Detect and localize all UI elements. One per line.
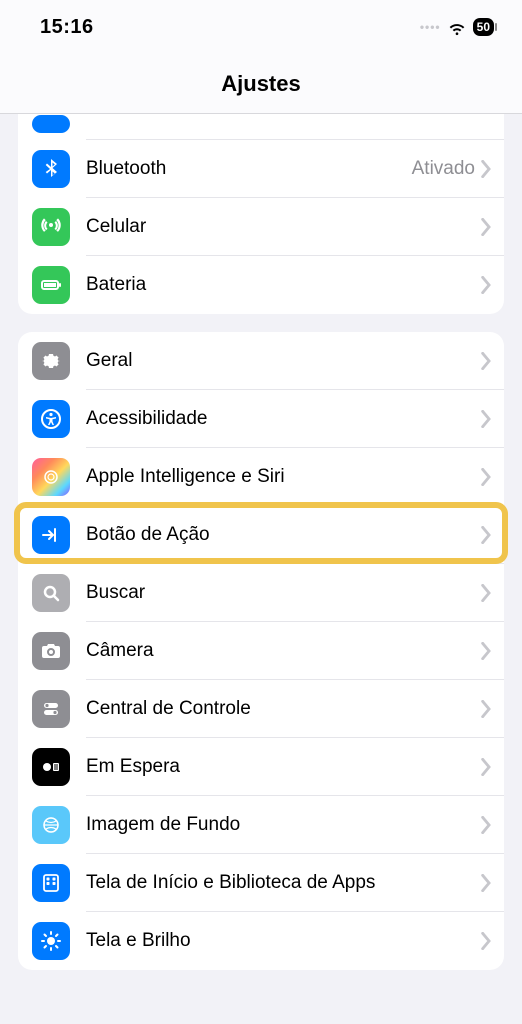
chevron-right-icon xyxy=(481,584,492,602)
settings-content: Bluetooth Ativado Celular Bateria xyxy=(0,114,522,1024)
chevron-right-icon xyxy=(481,932,492,950)
row-control-center[interactable]: Central de Controle xyxy=(18,680,504,738)
bluetooth-icon xyxy=(32,150,70,188)
status-bar: 15:16 •••• 50 xyxy=(0,0,522,54)
row-label: Central de Controle xyxy=(86,698,481,720)
chevron-right-icon xyxy=(481,642,492,660)
row-label: Tela e Brilho xyxy=(86,930,481,952)
battery-icon xyxy=(32,266,70,304)
page-title: Ajustes xyxy=(221,71,300,97)
control-center-icon xyxy=(32,690,70,728)
row-cellular[interactable]: Celular xyxy=(18,198,504,256)
row-general[interactable]: Geral xyxy=(18,332,504,390)
row-wallpaper[interactable]: Imagem de Fundo xyxy=(18,796,504,854)
battery-level: 50 xyxy=(473,18,494,36)
chevron-right-icon xyxy=(481,874,492,892)
plane-icon xyxy=(32,115,70,133)
home-screen-icon xyxy=(32,864,70,902)
cell-signal-icon: •••• xyxy=(420,20,441,34)
row-display-brightness[interactable]: Tela e Brilho xyxy=(18,912,504,970)
cellular-icon xyxy=(32,208,70,246)
wallpaper-icon xyxy=(32,806,70,844)
row-value: Ativado xyxy=(412,158,475,180)
row-label: Tela de Início e Biblioteca de Apps xyxy=(86,872,481,894)
chevron-right-icon xyxy=(481,352,492,370)
row-camera[interactable]: Câmera xyxy=(18,622,504,680)
row-label: Celular xyxy=(86,216,481,238)
row-label: Em Espera xyxy=(86,756,481,778)
nav-header: Ajustes xyxy=(0,54,522,114)
row-bluetooth[interactable]: Bluetooth Ativado xyxy=(18,140,504,198)
row-label: Apple Intelligence e Siri xyxy=(86,466,481,488)
chevron-right-icon xyxy=(481,816,492,834)
wifi-icon xyxy=(447,17,467,37)
chevron-right-icon xyxy=(481,526,492,544)
chevron-right-icon xyxy=(481,218,492,236)
chevron-right-icon xyxy=(481,468,492,486)
row-accessibility[interactable]: Acessibilidade xyxy=(18,390,504,448)
row-standby[interactable]: Em Espera xyxy=(18,738,504,796)
row-action-button[interactable]: Botão de Ação xyxy=(18,506,504,564)
row-home-screen[interactable]: Tela de Início e Biblioteca de Apps xyxy=(18,854,504,912)
standby-icon xyxy=(32,748,70,786)
gear-icon xyxy=(32,342,70,380)
siri-icon xyxy=(32,458,70,496)
row-label: Buscar xyxy=(86,582,481,604)
row-label: Bateria xyxy=(86,274,481,296)
settings-group-connectivity: Bluetooth Ativado Celular Bateria xyxy=(18,114,504,314)
row-label: Imagem de Fundo xyxy=(86,814,481,836)
row-label: Acessibilidade xyxy=(86,408,481,430)
chevron-right-icon xyxy=(481,758,492,776)
row-label: Câmera xyxy=(86,640,481,662)
camera-icon xyxy=(32,632,70,670)
row-siri[interactable]: Apple Intelligence e Siri xyxy=(18,448,504,506)
row-label: Botão de Ação xyxy=(86,524,481,546)
accessibility-icon xyxy=(32,400,70,438)
chevron-right-icon xyxy=(481,410,492,428)
chevron-right-icon xyxy=(481,700,492,718)
brightness-icon xyxy=(32,922,70,960)
chevron-right-icon xyxy=(481,276,492,294)
row-label: Bluetooth xyxy=(86,158,412,180)
row-search[interactable]: Buscar xyxy=(18,564,504,622)
status-time: 15:16 xyxy=(40,16,94,39)
settings-group-general: Geral Acessibilidade Apple Intelligence … xyxy=(18,332,504,970)
search-icon xyxy=(32,574,70,612)
chevron-right-icon xyxy=(481,160,492,178)
row-airplane-partial[interactable] xyxy=(18,114,504,140)
row-label: Geral xyxy=(86,350,481,372)
row-battery[interactable]: Bateria xyxy=(18,256,504,314)
action-button-icon xyxy=(32,516,70,554)
status-icons: •••• 50 xyxy=(420,17,494,37)
